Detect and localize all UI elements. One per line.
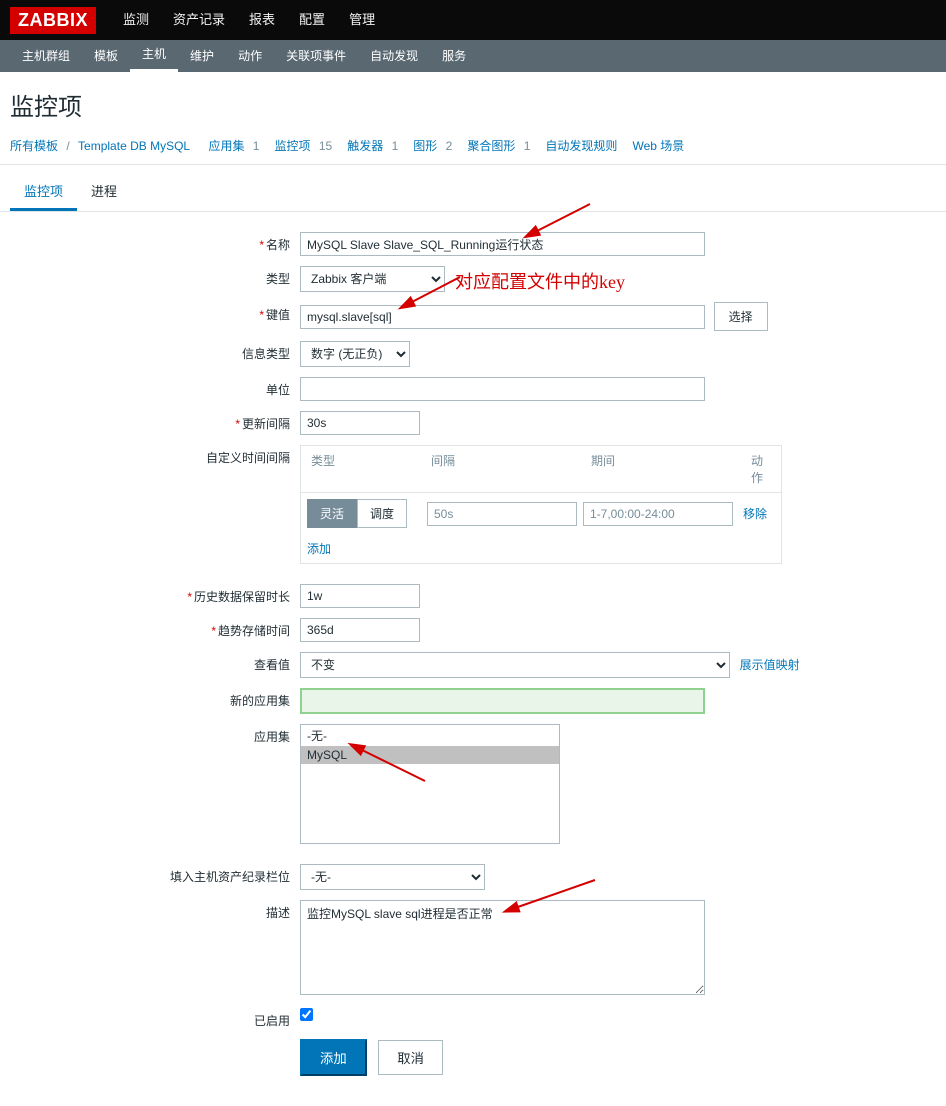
name-input[interactable] [300,232,705,256]
key-input[interactable] [300,305,705,329]
bc-web[interactable]: Web 场景 [632,139,684,153]
interval-input[interactable] [427,502,577,526]
apps-listbox[interactable]: -无- MySQL [300,724,560,844]
bc-graphs-count: 2 [446,139,453,153]
topnav-admin[interactable]: 管理 [337,0,387,40]
apps-option-none[interactable]: -无- [301,725,559,746]
topnav-inventory[interactable]: 资产记录 [161,0,237,40]
infotype-select[interactable]: 数字 (无正负) [300,341,410,367]
remove-link[interactable]: 移除 [743,505,767,522]
desc-textarea[interactable]: 监控MySQL slave sql进程是否正常 [300,900,705,995]
subnav-actions[interactable]: 动作 [226,40,274,72]
ih-period: 期间 [581,446,741,492]
subnav-maintenance[interactable]: 维护 [178,40,226,72]
ih-type: 类型 [301,446,421,492]
cancel-button[interactable]: 取消 [378,1040,443,1075]
key-select-button[interactable]: 选择 [714,302,768,331]
update-label: 更新间隔 [242,417,290,431]
name-label: 名称 [266,238,290,252]
sub-nav: 主机群组 模板 主机 维护 动作 关联项事件 自动发现 服务 [0,40,946,72]
newapp-input[interactable] [300,688,705,714]
bc-apps-count: 1 [253,139,260,153]
subnav-hosts[interactable]: 主机 [130,40,178,72]
unit-input[interactable] [300,377,705,401]
top-nav: ZABBIX 监测 资产记录 报表 配置 管理 [0,0,946,40]
trend-label: 趋势存储时间 [218,624,290,638]
inventory-select[interactable]: -无- [300,864,485,890]
bc-triggers[interactable]: 触发器 [347,139,383,153]
tab-item[interactable]: 监控项 [10,173,77,211]
form-area: *名称 类型 Zabbix 客户端 对应配置文件中的key *键值 选择 信息类… [0,212,946,1106]
interval-table: 类型 间隔 期间 动作 灵活 调度 移除 添加 [300,445,782,564]
bc-items[interactable]: 监控项 [275,139,311,153]
submit-button[interactable]: 添加 [300,1039,367,1076]
history-label: 历史数据保留时长 [194,590,290,604]
bc-graphs[interactable]: 图形 [413,139,437,153]
bc-apps[interactable]: 应用集 [208,139,244,153]
bc-all-templates[interactable]: 所有模板 [10,139,58,153]
tabs: 监控项 进程 [0,165,946,212]
infotype-label: 信息类型 [242,347,290,361]
bc-screens[interactable]: 聚合图形 [467,139,515,153]
showvalue-label: 查看值 [254,658,290,672]
bc-sep: / [66,139,69,153]
period-input[interactable] [583,502,733,526]
bc-triggers-count: 1 [392,139,399,153]
annotation-key: 对应配置文件中的key [455,268,625,294]
bc-items-count: 15 [319,139,332,153]
key-label: 键值 [266,308,290,322]
ih-interval: 间隔 [421,446,581,492]
enabled-checkbox[interactable] [300,1008,313,1021]
subnav-templates[interactable]: 模板 [82,40,130,72]
toggle-scheduling[interactable]: 调度 [357,499,407,528]
bc-screens-count: 1 [524,139,531,153]
apps-label: 应用集 [254,730,290,744]
add-interval-link[interactable]: 添加 [307,542,331,556]
page-title: 监控项 [0,72,946,132]
enabled-label: 已启用 [254,1014,290,1028]
subnav-services[interactable]: 服务 [430,40,478,72]
desc-label: 描述 [266,906,290,920]
topnav-reports[interactable]: 报表 [237,0,287,40]
subnav-discovery[interactable]: 自动发现 [358,40,430,72]
showvalue-select[interactable]: 不变 [300,652,730,678]
valuemap-link[interactable]: 展示值映射 [740,658,800,672]
toggle-flexible[interactable]: 灵活 [307,499,357,528]
trend-input[interactable] [300,618,420,642]
tab-process[interactable]: 进程 [77,173,131,211]
ih-action: 动作 [741,446,781,492]
bc-template-name[interactable]: Template DB MySQL [78,139,190,153]
type-label: 类型 [266,272,290,286]
unit-label: 单位 [266,383,290,397]
logo: ZABBIX [10,7,96,34]
breadcrumb: 所有模板 / Template DB MySQL 应用集 1 监控项 15 触发… [0,132,946,165]
type-select[interactable]: Zabbix 客户端 [300,266,445,292]
bc-discovery[interactable]: 自动发现规则 [545,139,617,153]
topnav-config[interactable]: 配置 [287,0,337,40]
subnav-correlation[interactable]: 关联项事件 [274,40,358,72]
inventory-label: 填入主机资产纪录栏位 [170,870,290,884]
subnav-hostgroups[interactable]: 主机群组 [10,40,82,72]
topnav-monitor[interactable]: 监测 [111,0,161,40]
history-input[interactable] [300,584,420,608]
update-input[interactable] [300,411,420,435]
custom-interval-label: 自定义时间间隔 [206,451,290,465]
apps-option-mysql[interactable]: MySQL [301,746,559,764]
newapp-label: 新的应用集 [230,694,290,708]
